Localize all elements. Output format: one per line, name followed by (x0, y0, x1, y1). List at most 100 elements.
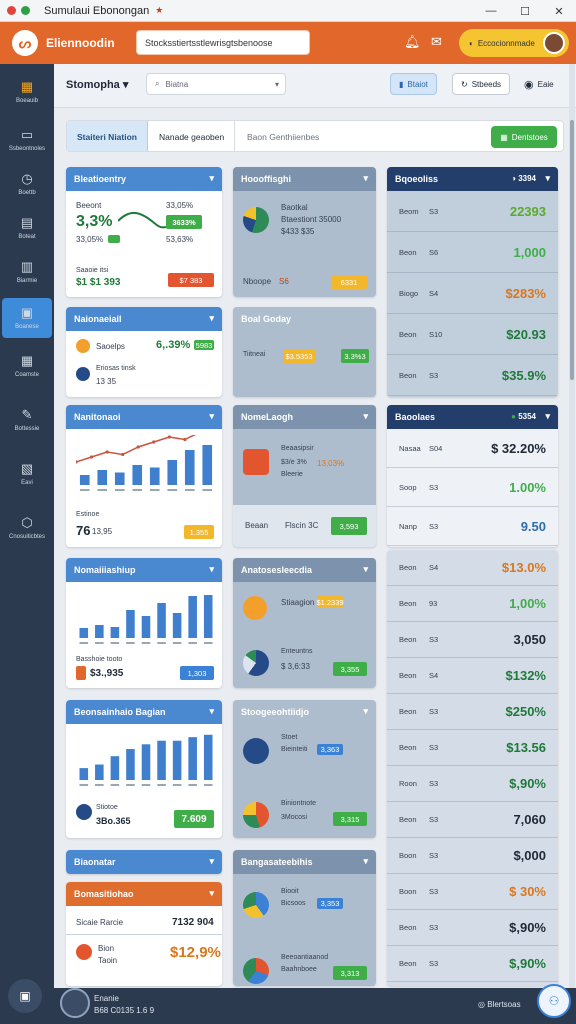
ticker-row[interactable]: Soop S3 1.00% (387, 468, 558, 507)
chevron-down-icon[interactable]: ▾ (363, 706, 368, 717)
chevron-down-icon[interactable]: ▾ (209, 706, 214, 717)
apply-button[interactable]: ▦ Dentstoes (491, 126, 557, 148)
avatar[interactable] (543, 32, 565, 54)
close-dot-icon[interactable] (7, 6, 16, 15)
sidebar-item-8[interactable]: ▧ Eavi (0, 454, 54, 494)
card-header[interactable]: Hoooffisghi ▾ (233, 167, 376, 191)
ticker-row[interactable]: Beon S3 $35.9% (387, 355, 558, 396)
ticker-row[interactable]: Beon 93 1,00% (387, 586, 558, 622)
ticker-row[interactable]: Beon S6 1,000 (387, 232, 558, 273)
ticker-value: 9.50 (520, 518, 546, 534)
card-header[interactable]: Anatosesleecdia ▾ (233, 558, 376, 582)
pin-icon: ★ (155, 5, 164, 15)
sidebar-item-4[interactable]: ▥ Biarmie (0, 252, 54, 292)
ticker-row[interactable]: Boon S3 $ 30% (387, 874, 558, 910)
ticker-row[interactable]: Beon S4 $13.0% (387, 550, 558, 586)
sidebar-item-label: Biarmie (16, 278, 38, 284)
toolbar-btn-primary[interactable]: ▮ Btaiot (390, 73, 437, 95)
chevron-down-icon[interactable]: ▾ (209, 313, 214, 324)
card-header[interactable]: NomeLaogh ▾ (233, 405, 376, 429)
chevron-down-icon[interactable]: ▾ (363, 173, 368, 184)
ticker-row[interactable]: Roon S3 $,90% (387, 766, 558, 802)
card-header[interactable]: Beonsainhaio Bagian ▾ (66, 700, 222, 724)
chart-point (136, 445, 140, 449)
sidebar-item-3[interactable]: ▤ Boteat (0, 208, 54, 248)
chevron-down-icon[interactable]: ▾ (545, 411, 550, 422)
card-header[interactable]: Nanitonaoi ▾ (66, 405, 222, 429)
ticker-name: Nasaa (399, 443, 421, 453)
sidebar-item-9[interactable]: ⬡ Cnosuiticbtes (0, 508, 54, 548)
card-header[interactable]: Boal Goday (233, 307, 376, 331)
chart-bar (149, 467, 160, 485)
card-title: Nomaiiiashiup (74, 565, 136, 575)
chevron-down-icon[interactable]: ▾ (209, 856, 214, 867)
sidebar-item-5[interactable]: ▣ Boanese (2, 298, 52, 338)
tab-filter-2[interactable]: Nanade geaoben (149, 121, 236, 151)
info-badge: $3.5353 (283, 349, 315, 363)
ticker-row[interactable]: Beon S3 $,90% (387, 910, 558, 946)
toolbar-btn-secondary[interactable]: ↻ Stbeeds (452, 73, 511, 95)
chevron-down-icon[interactable]: ▾ (363, 564, 368, 575)
notification-icon[interactable]: 🔔︎ (404, 34, 421, 50)
ticker-value: $13.56 (506, 740, 546, 755)
card-header[interactable]: Naionaeiail ▾ (66, 307, 222, 331)
ticker-row[interactable]: Beon S3 $,90% (387, 946, 558, 982)
ticker-row[interactable]: Beon S10 $20.93 (387, 314, 558, 355)
sidebar-item-2[interactable]: ◷ Boettb (0, 164, 54, 204)
save-icon[interactable]: ▣ (8, 979, 42, 1013)
close-button[interactable]: ✕ (542, 0, 576, 22)
ticker-row[interactable]: Biogo S4 $283% (387, 273, 558, 314)
card-header[interactable]: Biaonatar ▾ (66, 850, 222, 874)
assistant-button[interactable]: ⚇ (537, 984, 571, 1018)
card-header[interactable]: Bleatioentry ▾ (66, 167, 222, 191)
chevron-down-icon[interactable]: ▾ (209, 888, 214, 899)
card-title: Bangasateebihis (241, 857, 313, 867)
maximize-dot-icon[interactable] (21, 6, 30, 15)
scrollbar-thumb[interactable] (570, 120, 574, 380)
ticker-value: $,90% (509, 956, 546, 971)
workspace-title[interactable]: Stomopha ▾ (66, 78, 128, 91)
search-input[interactable]: Stocksstiertsstlewrisgtsbenoose (136, 30, 310, 55)
info-badge: 6331 (331, 275, 367, 289)
toolbar-search-input[interactable]: ⌕ Biatna ▾ (146, 73, 286, 95)
kpi-card-2: Naionaeiail ▾ Saoelps 6,.39% 5983 Eriosas… (66, 307, 222, 397)
ticker-row[interactable]: Nanp S3 9.50 (387, 507, 558, 546)
brush-icon[interactable] (60, 988, 90, 1018)
ticker-row[interactable]: Beon S3 $13.56 (387, 730, 558, 766)
sidebar-item-1[interactable]: ▭ Ssbeontnoles (0, 120, 54, 160)
card-header[interactable]: Nomaiiiashiup ▾ (66, 558, 222, 582)
ticker-row[interactable]: Beon S4 $132% (387, 658, 558, 694)
card-header[interactable]: Stoogeeohtiidjo ▾ (233, 700, 376, 724)
card-header[interactable]: Bomasitiohao ▾ (66, 882, 222, 906)
sidebar-item-6[interactable]: ▦ Coamste (0, 346, 54, 386)
ticker-row[interactable]: Beom S3 22393 (387, 191, 558, 232)
ticker-name: Beon (399, 563, 417, 572)
ticker-row[interactable]: Beon S3 7,060 (387, 802, 558, 838)
tab-filter-1[interactable]: Staiteri Niation (67, 121, 148, 151)
maximize-button[interactable]: ☐ (508, 0, 542, 22)
minimize-button[interactable]: — (474, 0, 508, 22)
ticker-row[interactable]: Beon S3 $250% (387, 694, 558, 730)
ticker-row[interactable]: Nasaa S04 $ 32.20% (387, 429, 558, 468)
search-value: Stocksstiertsstlewrisgtsbenoose (145, 37, 273, 48)
ticker-row[interactable]: Beon S3 3,050 (387, 622, 558, 658)
ticker-row[interactable]: Boon S3 $,000 (387, 838, 558, 874)
sidebar-item-0[interactable]: ▦ Boeauib (0, 72, 54, 112)
chevron-down-icon[interactable]: ▾ (209, 564, 214, 575)
chevron-down-icon[interactable]: ▾ (363, 856, 368, 867)
card-header[interactable]: Bangasateebihis ▾ (233, 850, 376, 874)
chat-icon[interactable]: ✉︎ (431, 34, 442, 50)
user-menu[interactable]: ◐ Eccocionnmade (459, 29, 569, 57)
card-header[interactable]: Bqoeoliss ◑ 3394 ▾ (387, 167, 558, 191)
info-label: Beeoantiaanod (281, 954, 329, 961)
tab-filter-3[interactable]: Baon Genthiienbes (237, 121, 329, 151)
card-header[interactable]: Baoolaes ● 5354 ▾ (387, 405, 558, 429)
chevron-down-icon[interactable]: ▾ (209, 411, 214, 422)
chevron-down-icon[interactable]: ▾ (209, 173, 214, 184)
settings-icon: ◎ (478, 1000, 485, 1009)
toolbar-btn-account[interactable]: ◉ Eaie (516, 73, 562, 95)
info-label: Biniontnote (281, 800, 317, 807)
chevron-down-icon[interactable]: ▾ (545, 173, 550, 184)
sidebar-item-7[interactable]: ✎ Bottessie (0, 400, 54, 440)
chevron-down-icon[interactable]: ▾ (363, 411, 368, 422)
